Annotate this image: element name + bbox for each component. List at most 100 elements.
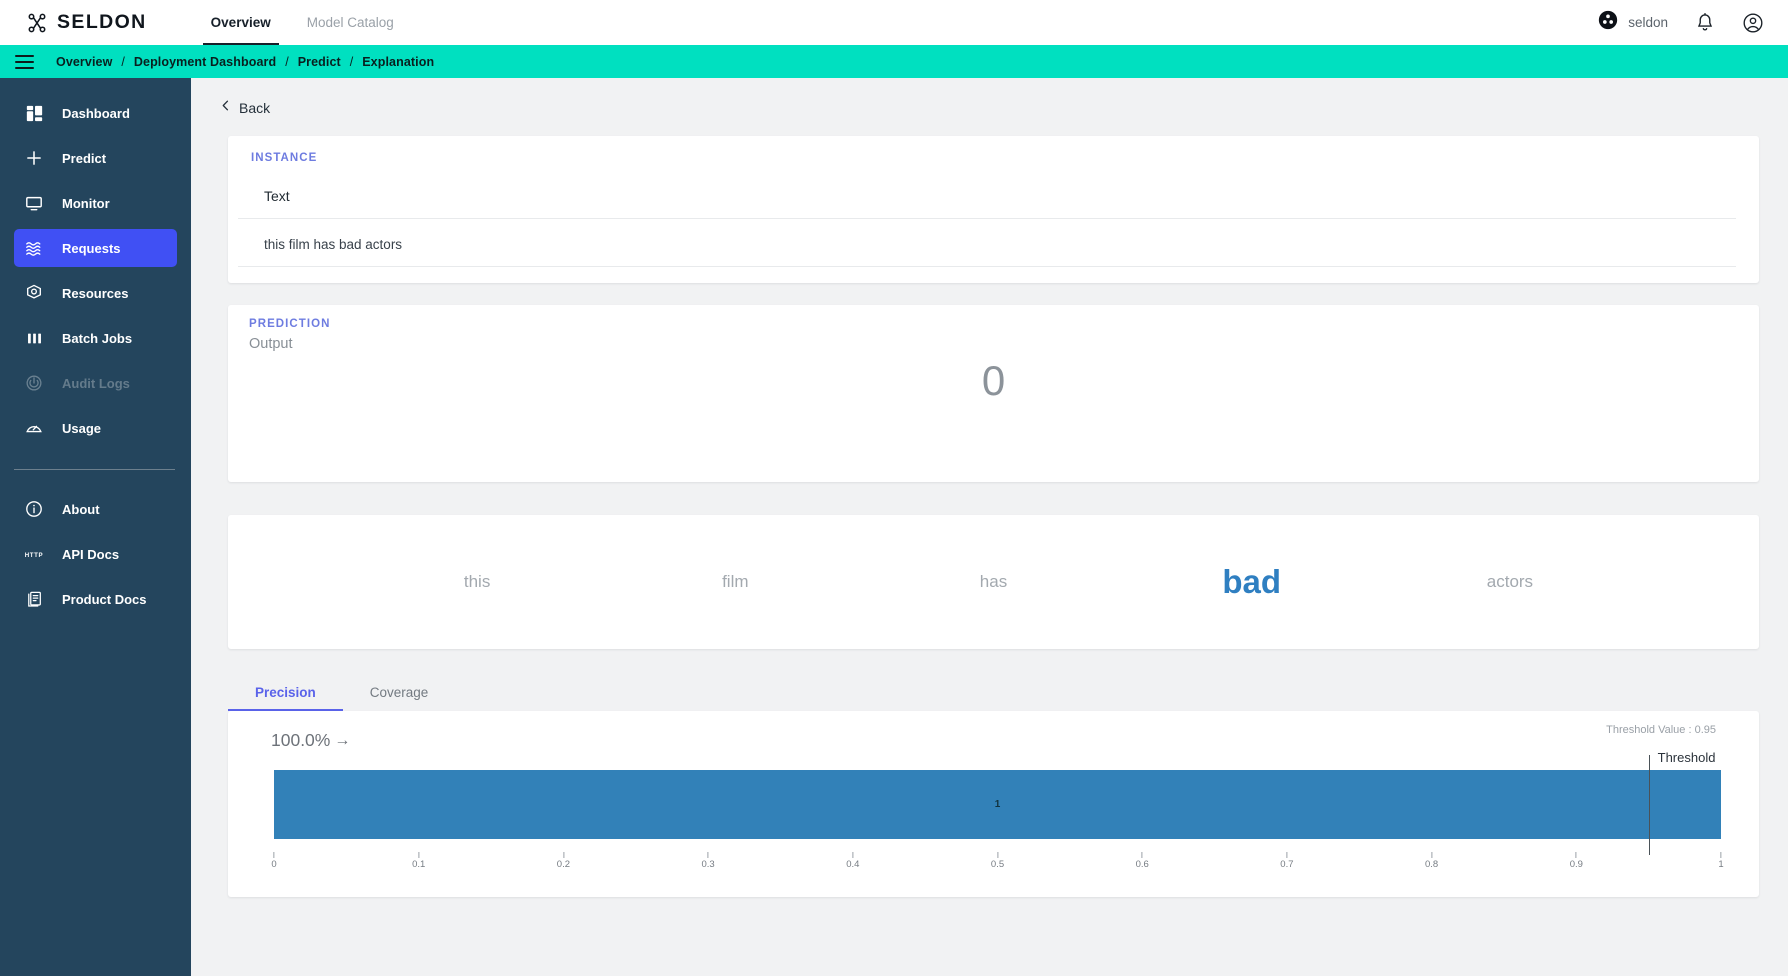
sidebar-item-resources[interactable]: Resources <box>14 274 177 312</box>
book-stack-icon <box>24 589 44 609</box>
x-axis-tick: 0.3 <box>701 852 715 870</box>
precision-bar: 1 <box>274 770 1721 839</box>
x-axis-tick: 0.9 <box>1570 852 1583 870</box>
back-label: Back <box>239 100 271 116</box>
x-axis-tick-label: 0 <box>271 859 277 870</box>
x-axis-tick-label: 0.3 <box>701 859 715 870</box>
sidebar-label: Requests <box>62 240 121 256</box>
precision-chart-card: 100.0% → Threshold Value : 0.95 1 Thresh… <box>228 711 1759 897</box>
precision-percent: 100.0% → <box>271 730 350 751</box>
seldon-org-icon <box>1598 10 1618 35</box>
anchor-word: has <box>979 572 1008 591</box>
sidebar-label: Usage <box>62 420 102 436</box>
sidebar-label: Audit Logs <box>62 375 130 391</box>
x-axis-tick-label: 0.1 <box>412 859 426 870</box>
x-axis-tick: 0.5 <box>991 852 1004 870</box>
x-axis-tick-label: 0.6 <box>1135 859 1149 870</box>
sidebar-item-usage[interactable]: Usage <box>14 409 177 447</box>
top-bar-right: seldon <box>1598 10 1764 35</box>
sidebar-item-predict[interactable]: Predict <box>14 139 177 177</box>
x-axis-tick: 0 <box>271 852 277 870</box>
sidebar-label: Product Docs <box>62 591 147 607</box>
account-circle-icon[interactable] <box>1742 12 1764 34</box>
prediction-card: PREDICTION Output 0 <box>228 305 1759 482</box>
x-axis-tick-mark <box>1431 852 1433 858</box>
sidebar-item-monitor[interactable]: Monitor <box>14 184 177 222</box>
x-axis-tick-mark <box>1286 852 1288 858</box>
x-axis-tick-mark <box>997 852 998 858</box>
instance-value: this film has bad actors <box>238 219 1736 267</box>
metric-tabs: Precision Coverage <box>228 685 1788 711</box>
bar-value-label: 1 <box>994 799 1001 810</box>
anchor-word: film <box>722 572 749 591</box>
x-axis-tick-label: 0.2 <box>556 859 570 870</box>
sidebar-item-dashboard[interactable]: Dashboard <box>14 94 177 132</box>
sidebar-divider <box>14 469 175 470</box>
org-name: seldon <box>1628 15 1668 30</box>
hamburger-menu-icon[interactable] <box>15 54 34 69</box>
x-axis-tick-label: 0.8 <box>1424 859 1439 870</box>
http-icon: HTTP <box>24 544 44 564</box>
breadcrumb-separator: / <box>121 54 125 69</box>
brand-name: SELDON <box>57 11 147 33</box>
sidebar-label: Predict <box>62 150 107 166</box>
seldon-logo[interactable]: SELDON <box>26 11 147 34</box>
x-axis-tick: 0.2 <box>557 852 570 870</box>
org-selector[interactable]: seldon <box>1598 10 1668 35</box>
svg-text:HTTP: HTTP <box>25 552 44 559</box>
sidebar-item-batch-jobs[interactable]: Batch Jobs <box>14 319 177 357</box>
back-button[interactable]: Back <box>221 99 270 117</box>
anchor-word: actors <box>1486 572 1534 591</box>
sidebar-label: Monitor <box>62 195 110 211</box>
info-circle-icon <box>24 499 44 519</box>
seldon-logo-icon <box>26 12 48 34</box>
top-tab-overview[interactable]: Overview <box>193 0 289 45</box>
power-log-icon <box>24 373 44 393</box>
breadcrumb-bar: Overview / Deployment Dashboard / Predic… <box>0 45 1788 78</box>
plus-icon <box>24 148 44 168</box>
breadcrumb-separator: / <box>285 54 289 69</box>
sidebar-item-api-docs[interactable]: HTTP API Docs <box>14 535 177 573</box>
x-axis-tick: 0.1 <box>412 852 425 870</box>
breadcrumb-overview[interactable]: Overview <box>56 55 112 69</box>
x-axis-tick-label: 0.9 <box>1569 859 1583 870</box>
x-axis-tick-mark <box>1720 852 1722 858</box>
x-axis-tick: 0.8 <box>1425 852 1438 870</box>
threshold-value-caption: Threshold Value : 0.95 <box>1606 724 1716 736</box>
anchor-words-track: this film has bad actors <box>228 563 1759 601</box>
chart-plot-area: 1 Threshold <box>274 750 1721 855</box>
x-axis-tick-mark <box>273 852 275 858</box>
chevron-left-icon <box>221 99 230 117</box>
top-bar: SELDON Overview Model Catalog seldon <box>0 0 1788 45</box>
app-root: SELDON Overview Model Catalog seldon Ove… <box>0 0 1788 976</box>
x-axis-tick: 0.6 <box>1136 852 1149 870</box>
sidebar-label: About <box>62 501 100 517</box>
top-tab-model-catalog[interactable]: Model Catalog <box>289 0 412 45</box>
breadcrumb-explanation[interactable]: Explanation <box>362 55 434 69</box>
x-axis-tick-mark <box>707 852 709 858</box>
x-axis-tick-label: 1 <box>1718 859 1724 870</box>
sidebar-item-product-docs[interactable]: Product Docs <box>14 580 177 618</box>
x-axis-tick-mark <box>1141 852 1143 858</box>
prediction-kicker: PREDICTION <box>249 318 331 330</box>
sidebar-label: API Docs <box>62 546 120 562</box>
top-nav-tabs: Overview Model Catalog <box>193 0 412 45</box>
precision-percent-value: 100.0% <box>271 730 331 750</box>
sidebar-item-requests[interactable]: Requests <box>14 229 177 267</box>
main-content: Back INSTANCE Text this film has bad act… <box>191 78 1788 976</box>
tab-precision[interactable]: Precision <box>228 685 343 711</box>
tab-coverage[interactable]: Coverage <box>343 685 456 711</box>
breadcrumb-predict[interactable]: Predict <box>298 55 341 69</box>
x-axis-tick-mark <box>1575 852 1577 858</box>
breadcrumb-separator: / <box>349 54 354 69</box>
bell-icon[interactable] <box>1694 12 1716 34</box>
breadcrumb-deployment-dashboard[interactable]: Deployment Dashboard <box>134 55 276 69</box>
instance-card: INSTANCE Text this film has bad actors <box>228 136 1759 283</box>
anchor-word-highlighted: bad <box>1222 563 1282 600</box>
sidebar-item-audit-logs[interactable]: Audit Logs <box>14 364 177 402</box>
waves-icon <box>24 238 44 258</box>
gauge-icon <box>24 418 44 438</box>
x-axis-tick: 0.7 <box>1280 852 1294 870</box>
sidebar-item-about[interactable]: About <box>14 490 177 528</box>
x-axis-tick-mark <box>562 852 564 858</box>
